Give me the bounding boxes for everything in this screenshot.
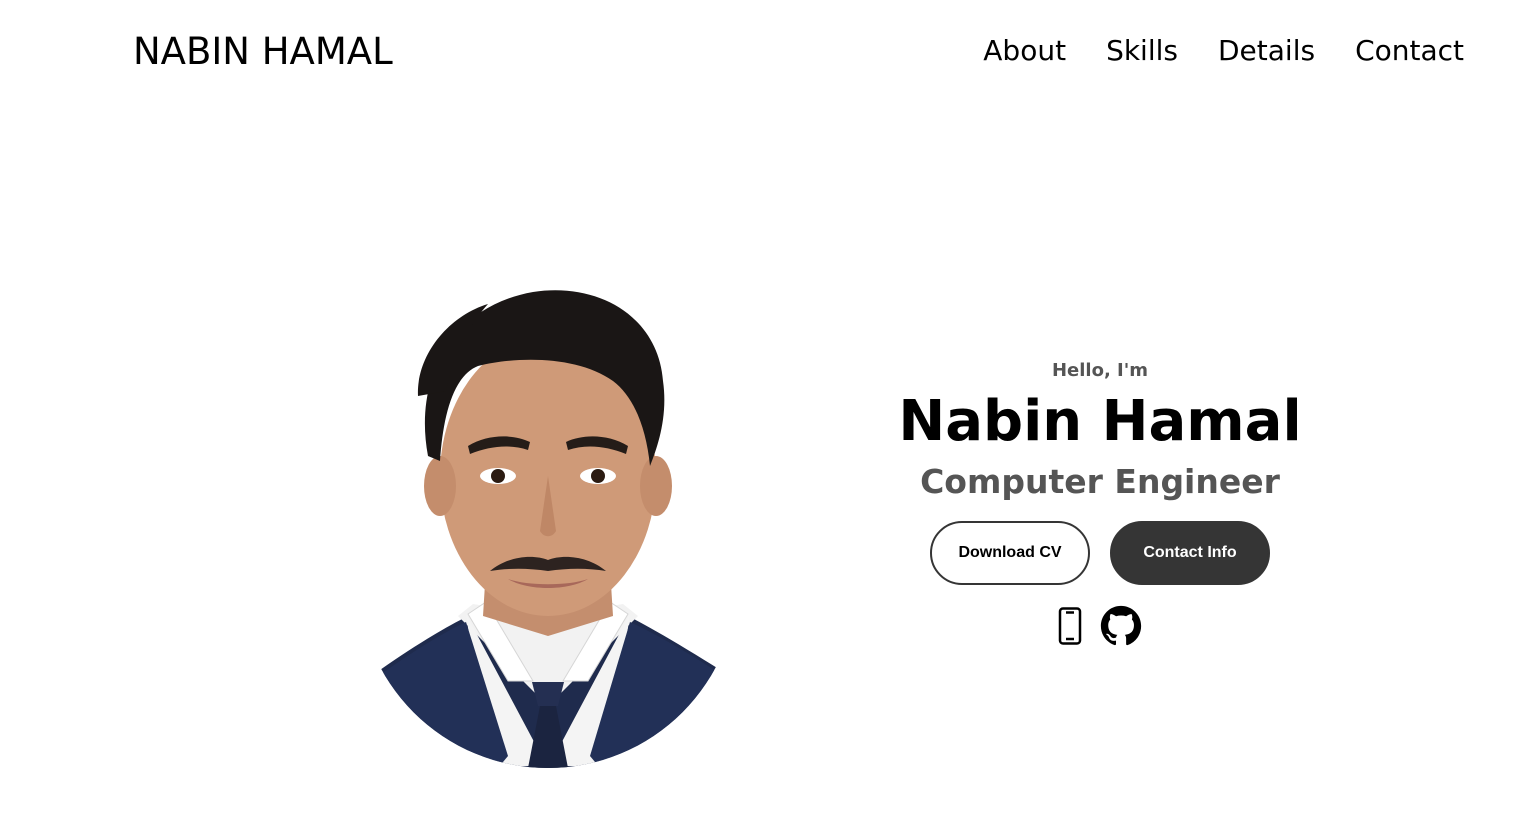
social-links (880, 605, 1320, 647)
top-navigation: NABIN HAMAL About Skills Details Contact (0, 0, 1522, 100)
hero-buttons: Download CV Contact Info (880, 521, 1320, 585)
nav-link-about[interactable]: About (983, 34, 1066, 67)
hero-job-title: Computer Engineer (920, 462, 1280, 501)
hero-section: Hello, I'm Nabin Hamal Computer Engineer… (880, 360, 1320, 647)
nav-link-skills[interactable]: Skills (1106, 34, 1178, 67)
contact-info-button[interactable]: Contact Info (1110, 521, 1270, 585)
greeting-text: Hello, I'm (1051, 360, 1149, 381)
nav-links: About Skills Details Contact (983, 34, 1464, 67)
github-icon[interactable] (1100, 605, 1142, 647)
profile-portrait-illustration (358, 290, 738, 768)
profile-picture (358, 286, 738, 768)
hero-name: Nabin Hamal (898, 389, 1302, 454)
download-cv-button[interactable]: Download CV (930, 521, 1090, 585)
nav-link-contact[interactable]: Contact (1355, 34, 1464, 67)
mobile-phone-icon[interactable] (1058, 607, 1082, 645)
site-logo[interactable]: NABIN HAMAL (133, 30, 393, 73)
nav-link-details[interactable]: Details (1218, 34, 1315, 67)
